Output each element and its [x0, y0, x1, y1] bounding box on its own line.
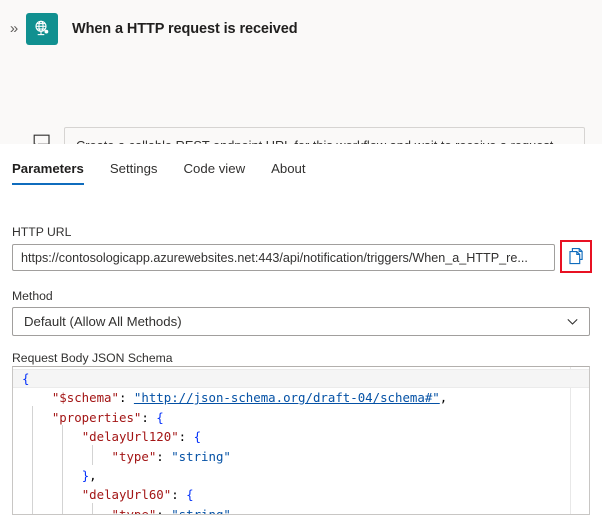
method-dropdown[interactable]: Default (Allow All Methods) [12, 307, 590, 336]
method-value: Default (Allow All Methods) [24, 314, 182, 329]
code-line: "delayUrl60": { [81, 487, 194, 503]
code-line: "delayUrl120": { [81, 429, 202, 445]
tab-parameters[interactable]: Parameters [12, 161, 84, 185]
code-line: "type": "string" [111, 448, 231, 464]
editor-content[interactable]: { "$schema": "http://json-schema.org/dra… [13, 367, 589, 514]
code-line: }, [81, 467, 97, 483]
panel-header: » When a HTTP request is received [0, 0, 602, 57]
request-body-schema-editor[interactable]: { "$schema": "http://json-schema.org/dra… [12, 366, 590, 515]
tab-settings[interactable]: Settings [110, 161, 158, 185]
chevron-down-icon [566, 315, 579, 328]
request-body-schema-label: Request Body JSON Schema [12, 351, 173, 365]
tab-code-view[interactable]: Code view [184, 161, 246, 185]
http-url-input[interactable]: https://contosologicapp.azurewebsites.ne… [12, 244, 555, 271]
description-section: Create a callable REST endpoint URL for … [0, 57, 602, 188]
copy-url-button[interactable] [560, 240, 592, 273]
code-line: "$schema": "http://json-schema.org/draft… [51, 390, 448, 406]
http-trigger-panel: » When a HTTP request is received Create… [0, 0, 602, 515]
double-chevron-right-icon[interactable]: » [3, 21, 25, 36]
method-label: Method [12, 289, 53, 303]
code-line: "type": "string" [111, 506, 231, 515]
tab-bar: Parameters Settings Code view About [0, 144, 602, 191]
code-line: { [13, 369, 589, 389]
page-title: When a HTTP request is received [72, 20, 298, 37]
http-url-label: HTTP URL [12, 225, 72, 239]
code-line: "properties": { [51, 409, 164, 425]
globe-network-icon [26, 12, 58, 45]
http-url-value: https://contosologicapp.azurewebsites.ne… [21, 250, 528, 265]
tab-about[interactable]: About [271, 161, 305, 185]
